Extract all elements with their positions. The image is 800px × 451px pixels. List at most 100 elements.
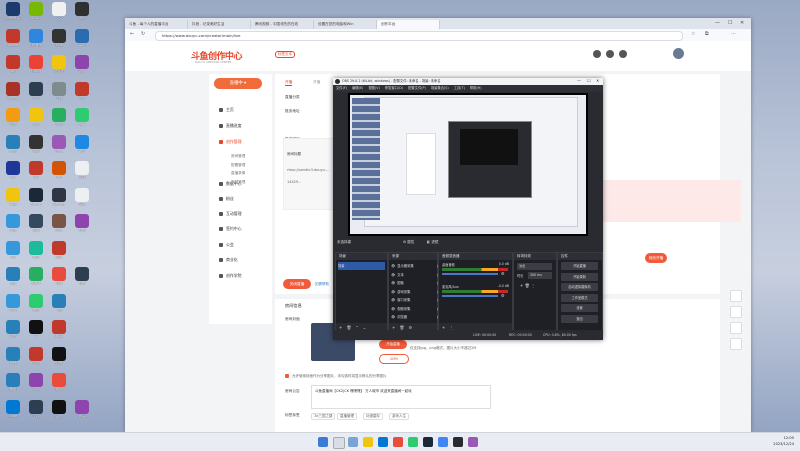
- desktop-icon[interactable]: 截图: [3, 373, 23, 392]
- volume-slider[interactable]: [442, 273, 498, 275]
- sidebar-item[interactable]: 直播进度: [219, 123, 242, 129]
- obs-menu-item[interactable]: 视图(V): [368, 85, 379, 92]
- desktop-icon[interactable]: WPS: [3, 320, 23, 339]
- desktop-icon[interactable]: Access: [3, 81, 23, 101]
- visibility-icon[interactable]: 👁: [391, 305, 395, 313]
- obs-menu-item[interactable]: 配置文件(P): [408, 85, 426, 92]
- close-icon[interactable]: ✕: [740, 20, 744, 26]
- obs-menu-item[interactable]: 编辑(E): [352, 85, 363, 92]
- desktop-icon[interactable]: 网易: [49, 320, 69, 339]
- desktop-icon[interactable]: Cinema 4D: [3, 2, 23, 21]
- sidebar-item[interactable]: 主页: [219, 107, 234, 113]
- desktop-icon[interactable]: GPU: [26, 81, 46, 101]
- desktop-icon[interactable]: 宽屏: [3, 267, 23, 286]
- desktop-icon[interactable]: 文本: [72, 187, 92, 207]
- desktop-icon[interactable]: 工具: [3, 214, 23, 233]
- desktop-icon[interactable]: 文件: [49, 2, 69, 21]
- desktop-icon[interactable]: 游戏: [72, 55, 92, 74]
- desktop-icon[interactable]: Z: [26, 320, 46, 339]
- desktop-icon[interactable]: 录制: [26, 214, 46, 233]
- visibility-icon[interactable]: 👁: [391, 296, 395, 304]
- desktop-icon[interactable]: Epic: [49, 28, 69, 48]
- visibility-icon[interactable]: 👁: [391, 279, 395, 287]
- mixer-menu-icon[interactable]: ⋮: [449, 325, 453, 330]
- float-tool-icon[interactable]: [730, 306, 742, 318]
- web-live-button[interactable]: 网页开播: [645, 253, 667, 263]
- tag-chip[interactable]: 直播管理: [337, 413, 357, 420]
- move-down-icon[interactable]: ⌄: [363, 325, 366, 330]
- obs-control-button[interactable]: 开始直播: [561, 262, 598, 270]
- desktop-icon[interactable]: 雷电: [72, 28, 92, 48]
- star-icon[interactable]: ☆: [691, 31, 695, 37]
- mixer-settings-icon[interactable]: ⚙: [501, 293, 505, 298]
- desktop-icon[interactable]: 视频: [72, 214, 92, 233]
- obs-control-button[interactable]: 启动虚拟摄像机: [561, 283, 598, 291]
- desktop-icon[interactable]: 腾讯: [3, 134, 23, 154]
- taskbar-app-icon[interactable]: [468, 437, 478, 447]
- desktop-icon[interactable]: OBS: [72, 2, 92, 21]
- visibility-icon[interactable]: 👁: [391, 313, 395, 321]
- source-item[interactable]: 👁图像🔒: [391, 279, 441, 287]
- desktop-icon[interactable]: QQ: [3, 240, 23, 260]
- desktop-icon[interactable]: Blender: [49, 187, 69, 207]
- obs-control-button[interactable]: 开始录制: [561, 272, 598, 281]
- mixer-link-icon[interactable]: ⚭: [442, 325, 445, 330]
- source-item[interactable]: 👁文本🔒: [391, 271, 441, 279]
- remove-scene-icon[interactable]: 🗑: [346, 325, 351, 330]
- source-item[interactable]: 👁游戏采集🔒: [391, 288, 441, 296]
- desktop-icon[interactable]: 视频: [72, 267, 92, 286]
- tab-live[interactable]: 开播: [285, 80, 293, 86]
- desktop-icon[interactable]: 文件夹: [49, 55, 69, 74]
- desktop-icon[interactable]: 远程: [3, 346, 23, 366]
- float-tool-icon[interactable]: [730, 338, 742, 350]
- visibility-icon[interactable]: 👁: [391, 271, 395, 279]
- move-up-icon[interactable]: ⌃: [355, 325, 358, 330]
- sidebar-subitem[interactable]: 配置管理: [231, 163, 245, 168]
- desktop-icon[interactable]: AE: [3, 55, 23, 74]
- message-icon[interactable]: [606, 50, 614, 58]
- file-explorer-icon[interactable]: [363, 437, 373, 447]
- duration-input[interactable]: 300 ms: [528, 272, 552, 279]
- upload-sub-button[interactable]: AMM: [379, 354, 409, 364]
- float-tool-icon[interactable]: [730, 322, 742, 334]
- taskbar-app-icon[interactable]: [393, 437, 403, 447]
- refresh-icon[interactable]: ↻: [141, 31, 145, 37]
- desktop-icon[interactable]: 游戏: [49, 240, 69, 260]
- sidebar-item[interactable]: 粉丝: [219, 196, 234, 202]
- menu-icon[interactable]: ⋯: [731, 31, 736, 37]
- notice-textarea[interactable]: 斗鱼直播间【CK2|CK 嘿嘿嘿】 万人城市 欢迎来直播间一起玩: [311, 385, 491, 409]
- browser-tab[interactable]: 设置在您的电脑和Win: [314, 20, 377, 29]
- sidebar-item[interactable]: 创作学院: [219, 273, 242, 279]
- source-item[interactable]: 👁显示器采集🔒: [391, 262, 441, 270]
- tab-live-secondary[interactable]: 开播: [313, 80, 320, 85]
- desktop-icon[interactable]: 游戏: [72, 81, 92, 101]
- desktop-icon[interactable]: 电脑: [3, 293, 23, 313]
- filters-button[interactable]: ◧ 滤镜: [427, 240, 438, 245]
- obs-menu-item[interactable]: 停靠窗口(D): [385, 85, 403, 92]
- sidebar-item[interactable]: 公会: [219, 242, 234, 248]
- float-tool-icon[interactable]: [730, 290, 742, 302]
- desktop-icon[interactable]: HH: [49, 161, 69, 180]
- desktop-icon[interactable]: BD: [26, 161, 46, 180]
- desktop-icon[interactable]: 微信: [26, 240, 46, 260]
- back-icon[interactable]: ←: [130, 31, 134, 37]
- obs-control-button[interactable]: 工作室模式: [561, 293, 598, 302]
- desktop-icon[interactable]: 谷歌: [3, 108, 23, 127]
- stop-live-button[interactable]: 关闭直播: [283, 279, 311, 289]
- source-item[interactable]: 👁浏览器🔒: [391, 313, 441, 321]
- desktop-icon[interactable]: 飞书: [49, 293, 69, 313]
- desktop-icon[interactable]: 客户: [72, 134, 92, 154]
- obs-close-icon[interactable]: ✕: [596, 78, 599, 83]
- mixer-settings-icon[interactable]: ⚙: [501, 271, 505, 276]
- source-item[interactable]: 👁窗口采集🔒: [391, 296, 441, 304]
- edge-icon[interactable]: [378, 437, 388, 447]
- browser-tab-active[interactable]: 创作平台: [377, 20, 440, 29]
- desktop-icon[interactable]: 网易: [72, 399, 92, 419]
- taskbar-app-icon[interactable]: [408, 437, 418, 447]
- desktop-icon[interactable]: Paint: [49, 134, 69, 154]
- properties-button[interactable]: ⚙ 属性: [403, 240, 414, 245]
- visibility-icon[interactable]: 👁: [391, 288, 395, 296]
- sidebar-item[interactable]: 创作管理: [219, 139, 242, 145]
- tag-chip[interactable]: 游戏人生: [389, 413, 409, 420]
- transition-add-icon[interactable]: + 🗑 ⋮: [520, 283, 535, 288]
